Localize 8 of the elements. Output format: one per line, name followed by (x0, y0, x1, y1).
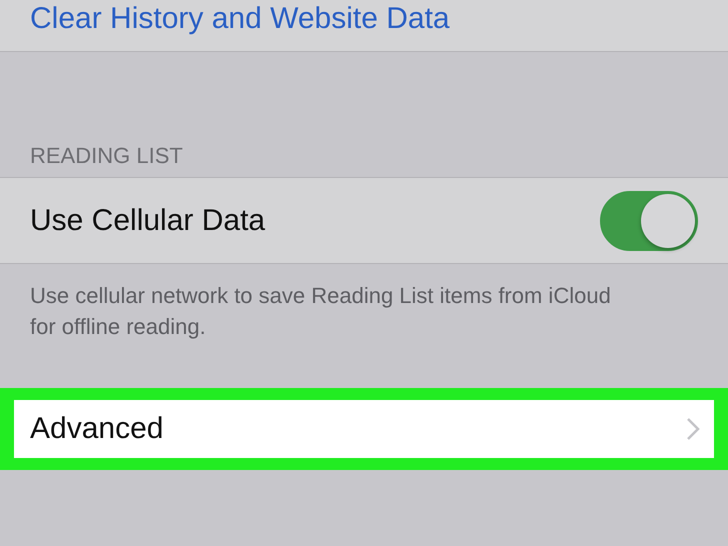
advanced-row[interactable]: Advanced (14, 400, 714, 458)
chevron-icon (686, 417, 700, 441)
settings-row[interactable]: Clear History and Website Data (0, 0, 728, 52)
section-footer-text: Use cellular network to save Reading List items from iCloud for offline reading. (29, 282, 612, 341)
row-label: Use Cellular Data (30, 204, 266, 238)
row-label: Advanced (30, 412, 164, 446)
clear-history-link[interactable]: Clear History and Website Data (30, 2, 450, 36)
section-header: READING LIST (29, 142, 184, 170)
